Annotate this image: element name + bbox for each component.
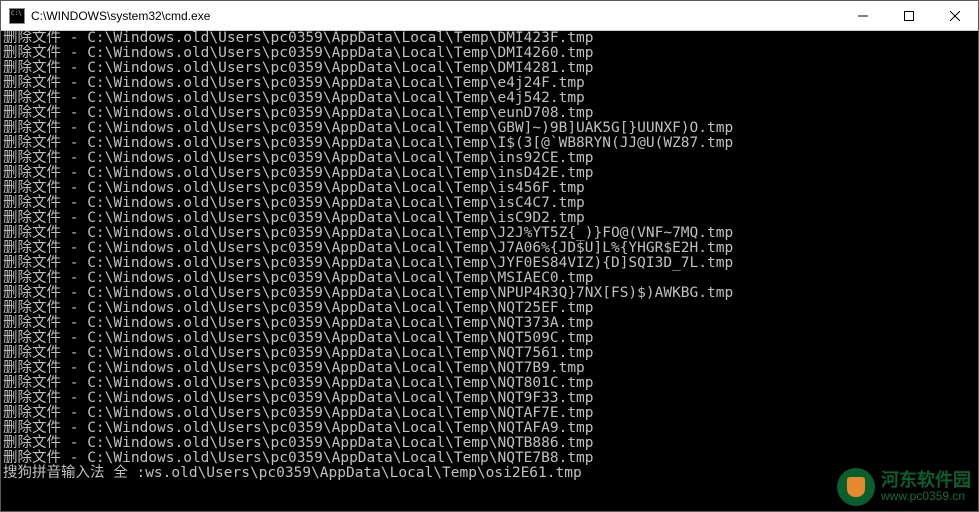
terminal-line: 删除文件 - C:\Windows.old\Users\pc0359\AppDa… [3,136,976,151]
terminal-line: 删除文件 - C:\Windows.old\Users\pc0359\AppDa… [3,361,976,376]
window-title: C:\WINDOWS\system32\cmd.exe [31,9,840,23]
scrollbar[interactable] [961,31,978,511]
terminal-line: 删除文件 - C:\Windows.old\Users\pc0359\AppDa… [3,316,976,331]
terminal-line: 删除文件 - C:\Windows.old\Users\pc0359\AppDa… [3,31,976,46]
terminal-line: 删除文件 - C:\Windows.old\Users\pc0359\AppDa… [3,76,976,91]
terminal-line: 删除文件 - C:\Windows.old\Users\pc0359\AppDa… [3,166,976,181]
terminal-line: 删除文件 - C:\Windows.old\Users\pc0359\AppDa… [3,46,976,61]
window-controls [840,1,978,30]
terminal-line: 删除文件 - C:\Windows.old\Users\pc0359\AppDa… [3,211,976,226]
terminal-line: 删除文件 - C:\Windows.old\Users\pc0359\AppDa… [3,61,976,76]
titlebar[interactable]: C:\WINDOWS\system32\cmd.exe [1,1,978,31]
terminal-line: 删除文件 - C:\Windows.old\Users\pc0359\AppDa… [3,181,976,196]
terminal-line: 删除文件 - C:\Windows.old\Users\pc0359\AppDa… [3,91,976,106]
terminal-line: 删除文件 - C:\Windows.old\Users\pc0359\AppDa… [3,196,976,211]
terminal-line: 删除文件 - C:\Windows.old\Users\pc0359\AppDa… [3,436,976,451]
cmd-icon [9,8,25,24]
maximize-button[interactable] [886,1,932,30]
terminal-line: 删除文件 - C:\Windows.old\Users\pc0359\AppDa… [3,256,976,271]
terminal-area[interactable]: 删除文件 - C:\Windows.old\Users\pc0359\AppDa… [1,31,978,511]
terminal-line: 删除文件 - C:\Windows.old\Users\pc0359\AppDa… [3,391,976,406]
terminal-line: 删除文件 - C:\Windows.old\Users\pc0359\AppDa… [3,331,976,346]
terminal-line: 删除文件 - C:\Windows.old\Users\pc0359\AppDa… [3,241,976,256]
terminal-line: 删除文件 - C:\Windows.old\Users\pc0359\AppDa… [3,346,976,361]
close-button[interactable] [932,1,978,30]
terminal-line: 删除文件 - C:\Windows.old\Users\pc0359\AppDa… [3,151,976,166]
terminal-line: 删除文件 - C:\Windows.old\Users\pc0359\AppDa… [3,286,976,301]
minimize-button[interactable] [840,1,886,30]
terminal-line: 删除文件 - C:\Windows.old\Users\pc0359\AppDa… [3,106,976,121]
cmd-window: C:\WINDOWS\system32\cmd.exe 删除文件 - C:\Wi… [0,0,979,512]
terminal-line: 删除文件 - C:\Windows.old\Users\pc0359\AppDa… [3,121,976,136]
terminal-output: 删除文件 - C:\Windows.old\Users\pc0359\AppDa… [1,31,978,481]
terminal-line: 删除文件 - C:\Windows.old\Users\pc0359\AppDa… [3,421,976,436]
terminal-line: 删除文件 - C:\Windows.old\Users\pc0359\AppDa… [3,451,976,466]
terminal-line: 删除文件 - C:\Windows.old\Users\pc0359\AppDa… [3,376,976,391]
ime-status-line: 搜狗拼音输入法 全 :ws.old\Users\pc0359\AppData\L… [3,466,976,481]
terminal-line: 删除文件 - C:\Windows.old\Users\pc0359\AppDa… [3,406,976,421]
terminal-line: 删除文件 - C:\Windows.old\Users\pc0359\AppDa… [3,226,976,241]
terminal-line: 删除文件 - C:\Windows.old\Users\pc0359\AppDa… [3,301,976,316]
terminal-line: 删除文件 - C:\Windows.old\Users\pc0359\AppDa… [3,271,976,286]
